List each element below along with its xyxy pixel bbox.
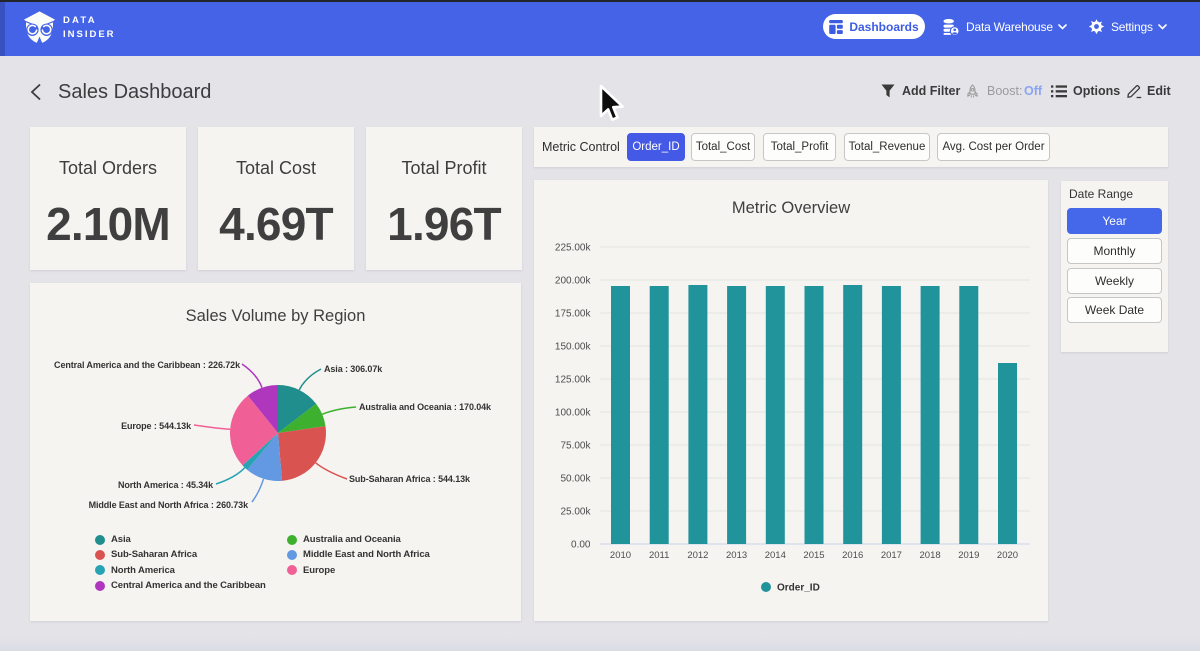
svg-text:50.00k: 50.00k [560,474,591,485]
svg-text:2020: 2020 [997,550,1018,561]
svg-text:2015: 2015 [803,550,824,561]
svg-text:2018: 2018 [920,550,941,561]
svg-text:Order_ID: Order_ID [777,583,820,594]
svg-text:2011: 2011 [649,550,669,561]
svg-text:175.00k: 175.00k [555,309,592,320]
svg-text:2012: 2012 [687,550,708,561]
svg-text:2010: 2010 [610,550,631,561]
svg-text:200.00k: 200.00k [555,276,592,287]
svg-text:100.00k: 100.00k [555,408,592,419]
svg-text:2017: 2017 [881,550,902,561]
svg-text:2014: 2014 [765,550,786,561]
svg-text:150.00k: 150.00k [555,342,592,353]
svg-text:2016: 2016 [842,550,863,561]
svg-text:75.00k: 75.00k [560,441,591,452]
svg-text:0.00: 0.00 [571,540,591,551]
svg-text:25.00k: 25.00k [560,507,591,518]
svg-text:2019: 2019 [958,550,979,561]
svg-text:2013: 2013 [726,550,747,561]
svg-text:125.00k: 125.00k [555,375,592,386]
svg-text:225.00k: 225.00k [555,243,592,254]
